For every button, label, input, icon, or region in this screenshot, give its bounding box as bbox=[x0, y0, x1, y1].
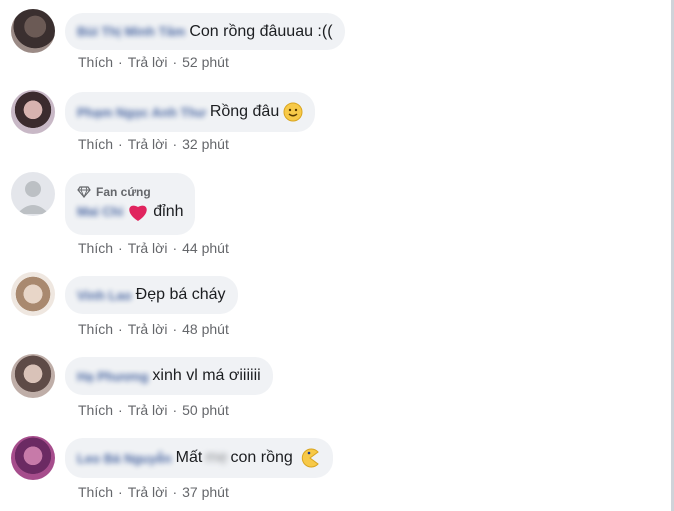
badge-label: Fan cứng bbox=[96, 184, 151, 199]
avatar[interactable] bbox=[11, 90, 55, 134]
like-link[interactable]: Thích bbox=[78, 321, 113, 337]
separator-dot: · bbox=[118, 484, 123, 500]
reply-link[interactable]: Trả lời bbox=[128, 54, 168, 70]
comment-text: xinh vl má ơiiiiii bbox=[152, 367, 261, 384]
comment-text: đỉnh bbox=[153, 202, 184, 220]
comment-bubble: Hạ Phương xinh vl má ơiiiiii bbox=[65, 357, 273, 395]
comment-author[interactable]: Vinh Lao bbox=[77, 288, 132, 303]
avatar[interactable] bbox=[11, 436, 55, 480]
comment-actions: Thích · Trả lời · 44 phút bbox=[78, 240, 229, 256]
comment-bubble: Bùi Thị Minh Tâm Con rồng đâuuau :(( bbox=[65, 13, 345, 50]
censored-word: mẹ bbox=[205, 449, 228, 466]
comment-bubble: Leo Bá Nguyễn Mất mẹ con rồng bbox=[65, 438, 333, 478]
separator-dot: · bbox=[118, 402, 123, 418]
comment-actions: Thích · Trả lời · 48 phút bbox=[78, 321, 229, 337]
like-link[interactable]: Thích bbox=[78, 136, 113, 152]
comment-author[interactable]: Leo Bá Nguyễn bbox=[77, 451, 172, 466]
comment-text: Con rồng đâuuau :(( bbox=[189, 22, 333, 40]
comment-actions: Thích · Trả lời · 52 phút bbox=[78, 54, 229, 70]
comment-text: Rồng đâu bbox=[209, 103, 280, 120]
comment-author[interactable]: Hạ Phương bbox=[77, 369, 148, 384]
avatar[interactable] bbox=[11, 354, 55, 398]
comment-actions: Thích · Trả lời · 50 phút bbox=[78, 402, 229, 418]
comment-text-end: con rồng bbox=[230, 449, 293, 466]
pacman-emoji-icon bbox=[299, 447, 321, 469]
separator-dot: · bbox=[172, 54, 178, 70]
comment-bubble: Vinh Lao Đẹp bá cháy bbox=[65, 276, 238, 314]
diamond-icon bbox=[77, 185, 91, 198]
separator-dot: · bbox=[118, 240, 123, 256]
separator-dot: · bbox=[172, 321, 178, 337]
comment-author[interactable]: Phạm Ngọc Anh Thư bbox=[77, 105, 206, 120]
comment-text-start: Mất bbox=[175, 449, 203, 466]
separator-dot: · bbox=[118, 54, 123, 70]
separator-dot: · bbox=[172, 240, 178, 256]
comment-author[interactable]: Mai Chi bbox=[77, 204, 123, 219]
reply-link[interactable]: Trả lời bbox=[128, 240, 168, 256]
separator-dot: · bbox=[118, 321, 123, 337]
reply-link[interactable]: Trả lời bbox=[128, 484, 168, 500]
avatar[interactable] bbox=[11, 272, 55, 316]
red-heart-emoji-icon bbox=[127, 202, 149, 222]
separator-dot: · bbox=[118, 136, 123, 152]
separator-dot: · bbox=[172, 484, 178, 500]
comment-actions: Thích · Trả lời · 37 phút bbox=[78, 484, 229, 500]
timestamp[interactable]: 48 phút bbox=[182, 321, 229, 337]
comment-bubble: Fan cứng Mai Chi đỉnh bbox=[65, 173, 196, 235]
like-link[interactable]: Thích bbox=[78, 54, 113, 70]
fan-badge: Fan cứng bbox=[77, 185, 183, 199]
timestamp[interactable]: 44 phút bbox=[182, 240, 229, 256]
comment-actions: Thích · Trả lời · 32 phút bbox=[78, 136, 229, 152]
timestamp[interactable]: 50 phút bbox=[182, 402, 229, 418]
reply-link[interactable]: Trả lời bbox=[128, 402, 168, 418]
avatar[interactable] bbox=[11, 9, 55, 53]
like-link[interactable]: Thích bbox=[78, 240, 113, 256]
comment-text: Đẹp bá cháy bbox=[135, 286, 226, 303]
like-link[interactable]: Thích bbox=[78, 484, 113, 500]
separator-dot: · bbox=[172, 402, 178, 418]
comment-bubble: Phạm Ngọc Anh Thư Rồng đâu bbox=[65, 92, 316, 132]
timestamp[interactable]: 37 phút bbox=[182, 484, 229, 500]
separator-dot: · bbox=[172, 136, 178, 152]
timestamp[interactable]: 32 phút bbox=[182, 136, 229, 152]
default-avatar-icon bbox=[17, 181, 49, 214]
comment-author[interactable]: Bùi Thị Minh Tâm bbox=[77, 24, 185, 39]
reply-link[interactable]: Trả lời bbox=[128, 136, 168, 152]
timestamp[interactable]: 52 phút bbox=[182, 54, 229, 70]
like-link[interactable]: Thích bbox=[78, 402, 113, 418]
avatar[interactable] bbox=[11, 172, 55, 216]
smile-emoji-icon bbox=[283, 102, 303, 122]
reply-link[interactable]: Trả lời bbox=[128, 321, 168, 337]
